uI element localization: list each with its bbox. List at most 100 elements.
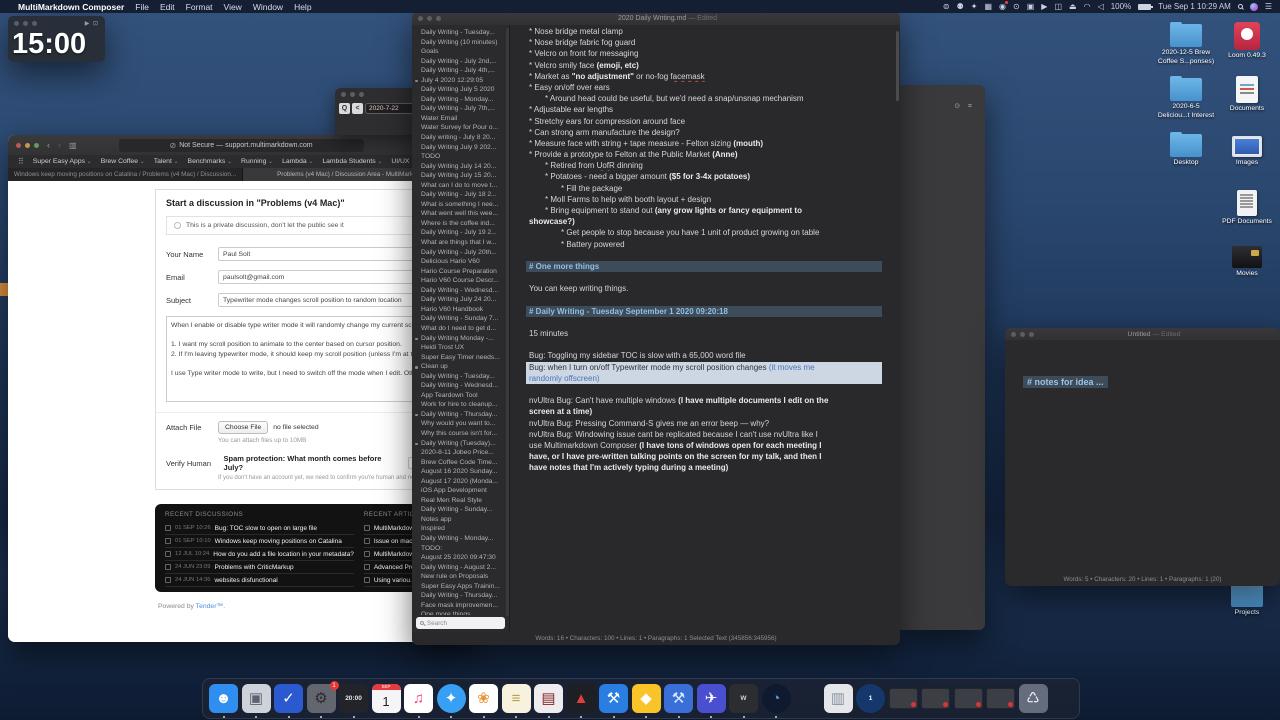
menu-bar-clock[interactable]: Tue Sep 1 10:29 AM (1158, 2, 1231, 11)
desktop-icon-stack-documents[interactable]: Documents (1215, 76, 1279, 114)
choose-file-button[interactable]: Choose File (218, 421, 269, 434)
sidebar-document-item[interactable]: Notes app (412, 515, 509, 525)
bookmark-brew-coffee[interactable]: Brew Coffee (101, 158, 145, 165)
timer-traffic-lights[interactable] (14, 21, 37, 26)
desktop-icon-stack-images[interactable]: Images (1215, 136, 1279, 168)
eject-icon[interactable]: ⏏ (1069, 0, 1077, 13)
sidebar-document-item[interactable]: Daily Writing - Tuesday... (412, 372, 509, 382)
dock-icon-things[interactable]: ✓ (274, 684, 303, 718)
sidebar-document-item[interactable]: Super Easy Apps Trainin... (412, 582, 509, 592)
discussion-row[interactable]: 24 JUN 23:09 Problems with CriticMarkup (165, 561, 354, 574)
desktop-icon-dmg-loom[interactable]: Loom 0.49.3 (1215, 22, 1279, 61)
sidebar-document-item[interactable]: Work for hire to cleanup... (412, 400, 509, 410)
sidebar-document-item[interactable]: Daily Writing July 5 2020 (412, 85, 509, 95)
dock-icon-app-blue[interactable]: ✈ (696, 684, 726, 718)
sidebar-document-item[interactable]: Daily Writing - Wednesd... (412, 286, 509, 296)
sidebar-document-item[interactable]: Real Men Real Style (412, 496, 509, 506)
sidebar-document-item[interactable]: Why this course isn't for... (412, 429, 509, 439)
discussion-link[interactable]: Bug: TOC slow to open on large file (215, 525, 317, 532)
sidebar-document-item[interactable]: What is something I nee... (412, 200, 509, 210)
sidebar-document-item[interactable]: Hario V60 Handbook (412, 305, 509, 315)
dock-icon-trash[interactable]: ♺ (1018, 684, 1048, 713)
share-button[interactable]: < (352, 103, 363, 114)
sidebar-document-item[interactable]: Super Easy Timer needs... (412, 353, 509, 363)
sidebar-document-item[interactable]: Inspired (412, 524, 509, 534)
sidebar-document-item[interactable]: TODO (412, 152, 509, 162)
bookmark-running[interactable]: Running (241, 158, 273, 165)
menu-item-edit[interactable]: Edit (160, 2, 175, 12)
sidebar-document-item[interactable]: Daily Writing July 24 20... (412, 295, 509, 305)
dock-icon-finder[interactable]: ☻ (209, 684, 238, 718)
dock-icon-timer-app[interactable]: 20:00 (339, 684, 368, 718)
notes-traffic-lights[interactable] (1011, 331, 1034, 337)
menu-item-format[interactable]: Format (186, 2, 213, 12)
sidebar-document-item[interactable]: Brew Coffee Code Time... (412, 458, 509, 468)
accessibility-icon[interactable]: ✦ (971, 0, 978, 13)
spotlight-icon[interactable] (1237, 4, 1243, 9)
sidebar-document-item[interactable]: Daily Writing - July 2nd,... (412, 57, 509, 67)
sidebar-search-input[interactable]: Search (416, 617, 505, 629)
sidebar-document-item[interactable]: Hario V60 Course Descr... (412, 276, 509, 286)
composer-traffic-lights[interactable] (418, 16, 441, 21)
wifi-icon[interactable]: ◠ (1084, 0, 1091, 13)
sidebar-document-item[interactable]: Daily Writing - Monday... (412, 534, 509, 544)
dock-icon-multimarkdown-composer[interactable]: ▤ (534, 684, 563, 718)
private-checkbox[interactable] (174, 222, 181, 229)
dock-icon-notes-app[interactable]: ≡ (501, 684, 531, 718)
sidebar-document-item[interactable]: Daily Writing - July 4th,... (412, 66, 509, 76)
sidebar-document-item[interactable]: Face mask improvemen... (412, 601, 509, 611)
sidebar-document-item[interactable]: Daily Writing - Thursday... (412, 410, 509, 420)
sidebar-document-item[interactable]: Daily Writing - Thursday... (412, 591, 509, 601)
markdown-editor[interactable]: * Nose bridge metal clamp * Nose bridge f… (510, 25, 900, 632)
timer-controls[interactable]: ▶ ⊡ (85, 20, 99, 27)
dock-icon-minimized-window-1[interactable] (888, 688, 918, 709)
dock-icon-quicktime[interactable]: ◔ (761, 684, 791, 718)
sidebar-toggle-icon[interactable]: ▥ (69, 141, 77, 150)
dock-icon-minimized-window-2[interactable] (921, 688, 950, 709)
sidebar-document-item[interactable]: Daily Writing - Sunday 7... (412, 314, 509, 324)
dock-icon-photos[interactable]: ❀ (469, 684, 498, 718)
antivirus-icon[interactable]: ⚉ (957, 0, 964, 13)
sidebar-document-item[interactable]: What do I need to get d... (412, 324, 509, 334)
link-keyboard-icon[interactable]: ⊜ (943, 0, 950, 13)
discussion-row[interactable]: 24 JUN 14:36 websites disfunctional (165, 574, 354, 587)
discussion-row[interactable]: 01 SEP 10:10 Windows keep moving position… (165, 535, 354, 548)
sidebar-document-item[interactable]: Goals (412, 47, 509, 57)
bookmark-talent[interactable]: Talent (154, 158, 179, 165)
play-status-icon[interactable]: ▶ (1041, 0, 1047, 13)
dock-icon-calendar[interactable]: SEP 1 (371, 684, 401, 713)
dock-icon-rocket-app[interactable]: ▲ (566, 684, 596, 718)
sidebar-document-item[interactable]: App Teardown Tool (412, 391, 509, 401)
sidebar-document-item[interactable]: Daily Writing July 9 202... (412, 143, 509, 153)
dock-icon-music[interactable]: ♫ (404, 684, 433, 718)
desktop-icon-folder-delicious-interest[interactable]: 2020-6-5 Deliciou...t Interest (1154, 76, 1218, 120)
siri-icon[interactable] (1249, 2, 1258, 11)
browser-tab-1[interactable]: Windows keep moving positions on Catalin… (8, 168, 243, 181)
app-menu-title[interactable]: MultiMarkdown Composer (18, 2, 124, 12)
sidebar-document-item[interactable]: Daily Writing - Tuesday... (412, 28, 509, 38)
sidebar-document-item[interactable]: iOS App Development (412, 486, 509, 496)
sidebar-document-item[interactable]: Clean up (412, 362, 509, 372)
safari-traffic-lights[interactable] (16, 142, 39, 148)
sidebar-document-item[interactable]: Water Survey for Pour o... (412, 123, 509, 133)
background-window[interactable]: ⊙ ⌗ (900, 85, 985, 630)
sidebar-document-item[interactable]: New rule on Proposals (412, 572, 509, 582)
search-button[interactable]: Q (339, 103, 350, 114)
meet-camera-icon[interactable]: ◉ (999, 0, 1009, 13)
screen-record-icon[interactable]: ▣ (1027, 0, 1035, 13)
discussion-row[interactable]: 01 SEP 10:26 Bug: TOC slow to open on lar… (165, 522, 354, 535)
desktop-icon-stack-movies[interactable]: Movies (1215, 246, 1279, 279)
dock-icon-system-preferences[interactable]: ⚙ 1 (306, 681, 339, 718)
sidebar-document-item[interactable]: Daily Writing July 14 20... (412, 162, 509, 172)
sidebar-document-item[interactable]: Daily Writing - July 18 2... (412, 190, 509, 200)
frequently-visited-icon[interactable]: ⠿ (18, 157, 24, 166)
sidebar-document-item[interactable]: August 17 2020 (Monda... (412, 477, 509, 487)
tender-link[interactable]: Tender™. (196, 603, 225, 610)
sidebar-scrollbar[interactable] (506, 28, 509, 616)
sidebar-document-item[interactable]: July 4 2020 12:29:05 (412, 76, 509, 86)
sidebar-document-item[interactable]: 2020-8-11 Jobeo Price... (412, 448, 509, 458)
sidebar-document-item[interactable]: What went well this wee... (412, 209, 509, 219)
desktop-icon-folder-projects[interactable]: Projects (1215, 582, 1279, 618)
sidebar-document-item[interactable]: Water Email (412, 114, 509, 124)
bookmark-benchmarks[interactable]: Benchmarks (188, 158, 232, 165)
